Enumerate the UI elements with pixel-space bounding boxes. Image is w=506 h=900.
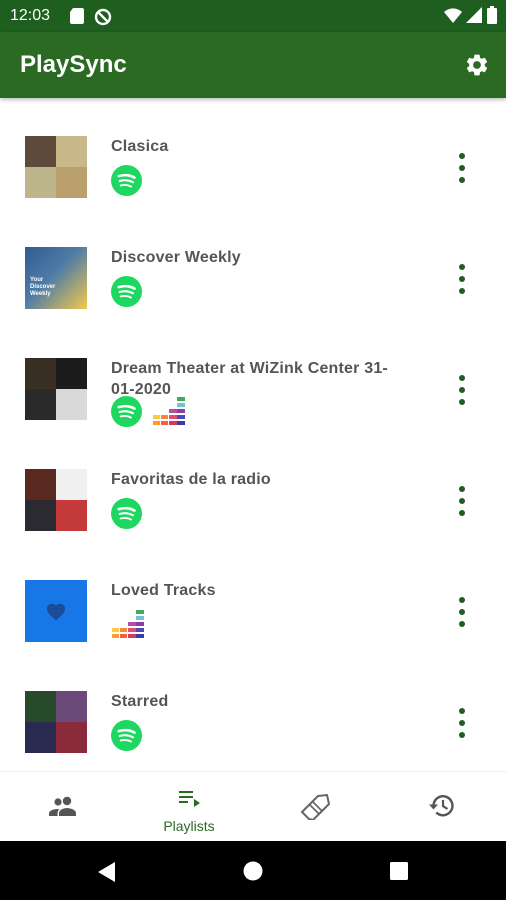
signal-icon	[466, 7, 482, 23]
playlist-name: Dream Theater at WiZink Center 31-01-202…	[111, 360, 388, 398]
playlist-art	[25, 358, 87, 420]
battery-icon	[487, 6, 497, 24]
tab-tags[interactable]	[252, 772, 378, 842]
playlist-name: Discover Weekly	[111, 249, 241, 266]
spotify-icon	[111, 164, 142, 196]
playlist-art	[25, 580, 87, 642]
sd-card-icon	[70, 8, 84, 24]
system-navigation-bar	[0, 841, 506, 900]
playlist-art	[25, 136, 87, 198]
art-caption: Your Discover Weekly	[30, 277, 56, 297]
tab-people[interactable]	[0, 772, 126, 842]
more-options-button[interactable]	[452, 264, 472, 294]
more-options-button[interactable]	[452, 153, 472, 183]
deezer-icon	[153, 397, 185, 425]
gear-icon[interactable]	[464, 52, 490, 78]
bottom-navigation: Playlists	[0, 771, 506, 842]
recents-icon[interactable]	[390, 862, 408, 880]
playlist-name: Favoritas de la radio	[111, 471, 271, 488]
back-icon[interactable]	[96, 861, 116, 883]
tab-history[interactable]	[378, 772, 504, 842]
playlist-art	[25, 469, 87, 531]
app-bar: PlaySync	[0, 32, 506, 98]
tag-icon	[301, 794, 330, 820]
playlist-icon	[179, 791, 200, 807]
status-bar: 12:03	[0, 0, 506, 32]
playlist-art	[25, 691, 87, 753]
playlist-name: Starred	[111, 693, 169, 710]
list-item[interactable]: Starred	[0, 665, 506, 776]
more-options-button[interactable]	[452, 708, 472, 738]
wifi-icon	[444, 8, 462, 23]
people-icon	[49, 796, 76, 816]
spotify-icon	[111, 395, 142, 427]
more-options-button[interactable]	[452, 375, 472, 405]
list-item[interactable]: Loved Tracks	[0, 554, 506, 665]
spotify-icon	[111, 719, 142, 751]
playlist-name: Clasica	[111, 138, 169, 155]
tab-playlists[interactable]: Playlists	[126, 772, 252, 842]
list-item[interactable]: Dream Theater at WiZink Center 31-01-202…	[0, 332, 506, 443]
app-title: PlaySync	[20, 51, 127, 78]
spotify-icon	[111, 275, 142, 307]
spotify-icon	[111, 497, 142, 529]
home-icon[interactable]	[243, 861, 263, 881]
list-item[interactable]: Clasica	[0, 110, 506, 221]
more-options-button[interactable]	[452, 597, 472, 627]
list-item[interactable]: Your Discover Weekly Discover Weekly	[0, 221, 506, 332]
playlist-art: Your Discover Weekly	[25, 247, 87, 309]
tab-playlists-label: Playlists	[163, 818, 215, 834]
more-options-button[interactable]	[452, 486, 472, 516]
playlist-name: Loved Tracks	[111, 582, 216, 599]
history-icon	[429, 795, 454, 817]
deezer-icon	[112, 610, 144, 638]
heart-icon	[46, 603, 66, 621]
status-time: 12:03	[10, 7, 51, 24]
data-saver-icon	[94, 8, 112, 26]
list-item[interactable]: Favoritas de la radio	[0, 443, 506, 554]
